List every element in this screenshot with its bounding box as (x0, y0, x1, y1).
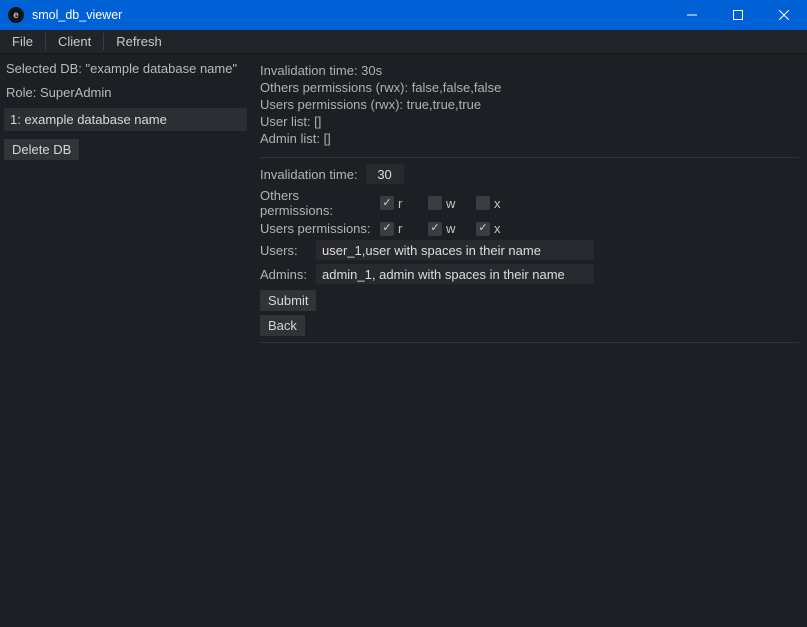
invalidation-row: Invalidation time: (260, 164, 799, 184)
maximize-icon (733, 10, 743, 20)
perm-w-label: w (446, 196, 455, 211)
section-divider (260, 157, 799, 158)
form-buttons: Submit Back (260, 288, 799, 338)
menu-refresh[interactable]: Refresh (104, 30, 174, 53)
db-list-item[interactable]: 1: example database name (4, 108, 247, 131)
menubar: File Client Refresh (0, 30, 807, 54)
users-input-row: Users: (260, 240, 799, 260)
info-invalidation: Invalidation time: 30s (260, 62, 799, 79)
window-titlebar: e smol_db_viewer (0, 0, 807, 30)
close-button[interactable] (761, 0, 807, 30)
perm-x-label: x (494, 221, 501, 236)
menu-file[interactable]: File (0, 30, 45, 53)
role-label: Role: SuperAdmin (0, 80, 251, 104)
users-w-checkbox[interactable] (428, 222, 442, 236)
others-permissions-label: Others permissions: (260, 188, 374, 218)
content-panel: Invalidation time: 30s Others permission… (252, 54, 807, 627)
menu-client[interactable]: Client (46, 30, 103, 53)
submit-button[interactable]: Submit (260, 290, 316, 311)
admins-input[interactable] (316, 264, 594, 284)
perm-x-label: x (494, 196, 501, 211)
window-title: smol_db_viewer (32, 8, 122, 22)
others-x-checkbox[interactable] (476, 196, 490, 210)
minimize-button[interactable] (669, 0, 715, 30)
users-x-checkbox[interactable] (476, 222, 490, 236)
maximize-button[interactable] (715, 0, 761, 30)
delete-db-button[interactable]: Delete DB (4, 139, 79, 160)
close-icon (779, 10, 789, 20)
app-icon: e (8, 7, 24, 23)
sidebar: Selected DB: "example database name" Rol… (0, 54, 252, 627)
info-users-perms: Users permissions (rwx): true,true,true (260, 96, 799, 113)
admins-input-label: Admins: (260, 267, 306, 282)
others-permissions-row: Others permissions: r w x (260, 188, 799, 218)
invalidation-label: Invalidation time: (260, 167, 358, 182)
selected-db-label: Selected DB: "example database name" (0, 56, 251, 80)
admins-input-row: Admins: (260, 264, 799, 284)
others-w-checkbox[interactable] (428, 196, 442, 210)
users-input[interactable] (316, 240, 594, 260)
others-r-checkbox[interactable] (380, 196, 394, 210)
db-list: 1: example database name (4, 108, 247, 131)
back-button[interactable]: Back (260, 315, 305, 336)
section-divider (260, 342, 799, 343)
users-r-checkbox[interactable] (380, 222, 394, 236)
main-area: Selected DB: "example database name" Rol… (0, 54, 807, 627)
perm-w-label: w (446, 221, 455, 236)
invalidation-input[interactable] (366, 164, 404, 184)
info-others-perms: Others permissions (rwx): false,false,fa… (260, 79, 799, 96)
users-permissions-label: Users permissions: (260, 221, 374, 236)
info-user-list: User list: [] (260, 113, 799, 130)
users-permissions-row: Users permissions: r w x (260, 221, 799, 236)
info-admin-list: Admin list: [] (260, 130, 799, 147)
perm-r-label: r (398, 196, 402, 211)
minimize-icon (687, 10, 697, 20)
db-info-block: Invalidation time: 30s Others permission… (260, 60, 799, 153)
users-input-label: Users: (260, 243, 306, 258)
perm-r-label: r (398, 221, 402, 236)
